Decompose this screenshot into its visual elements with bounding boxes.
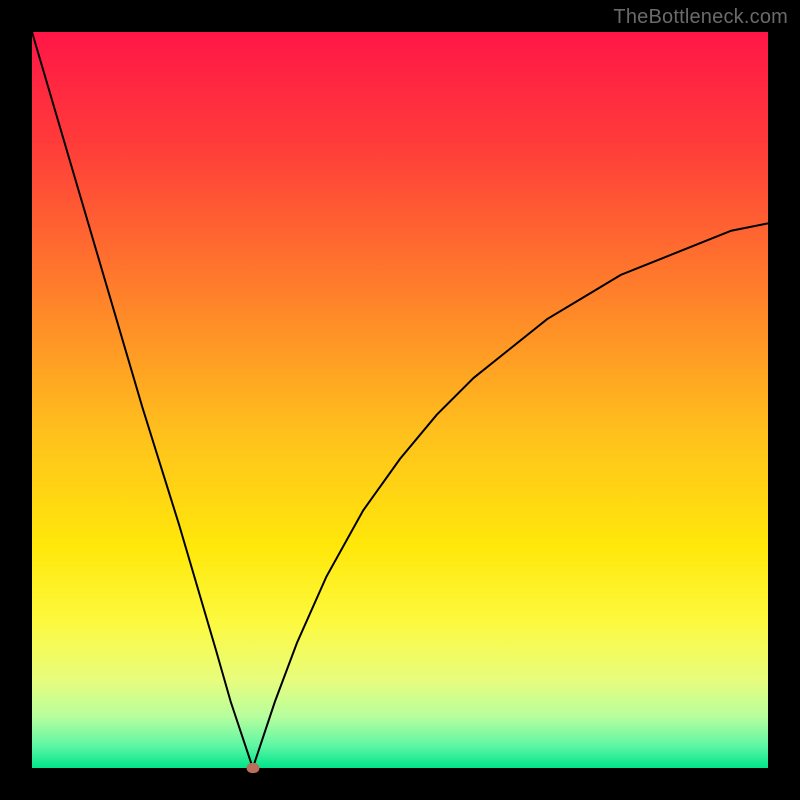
chart-frame: TheBottleneck.com [0, 0, 800, 800]
plot-area [32, 32, 768, 768]
watermark-text: TheBottleneck.com [613, 6, 788, 29]
optimal-point-marker [246, 763, 259, 773]
bottleneck-curve [32, 32, 768, 768]
